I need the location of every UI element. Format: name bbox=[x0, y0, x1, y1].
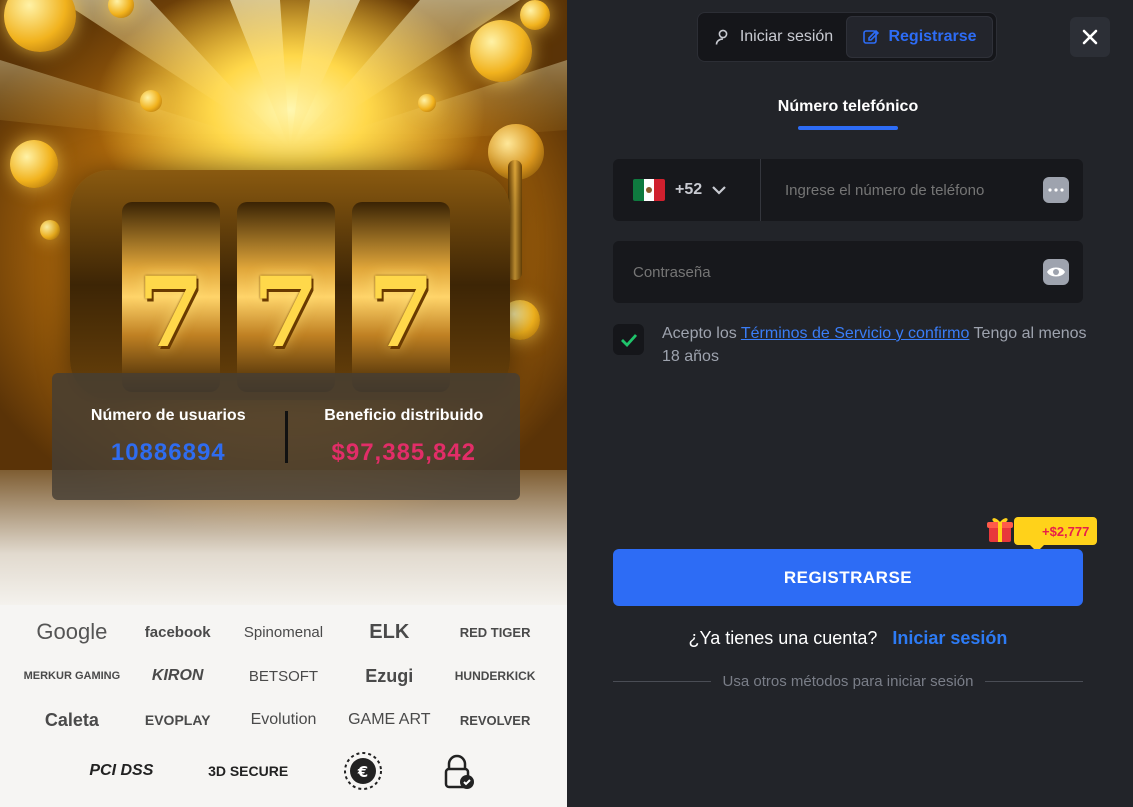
terms-checkbox[interactable] bbox=[613, 324, 644, 355]
close-button[interactable] bbox=[1070, 17, 1110, 57]
close-icon bbox=[1082, 29, 1098, 45]
coin-decoration bbox=[40, 220, 60, 240]
slot-reel: 7 bbox=[352, 202, 450, 392]
partner-logo: RED TIGER bbox=[459, 624, 531, 640]
tab-login[interactable]: Iniciar sesión bbox=[701, 16, 846, 58]
users-label: Número de usuarios bbox=[90, 406, 246, 424]
tab-register-label: Registrarse bbox=[888, 28, 977, 45]
3d-secure-badge: 3D SECURE bbox=[208, 763, 289, 779]
slot-body: 7 7 7 bbox=[70, 170, 510, 400]
tab-active-indicator bbox=[798, 126, 898, 130]
terms-row: Acepto los Términos de Servicio y confir… bbox=[613, 322, 1093, 368]
reel-symbol: 7 bbox=[137, 256, 205, 369]
promo-panel: 7 7 7 Número de usuarios 10886894 Benefi… bbox=[0, 0, 567, 807]
register-modal: 7 7 7 Número de usuarios 10886894 Benefi… bbox=[0, 0, 1133, 807]
eye-icon[interactable] bbox=[1043, 259, 1069, 285]
partner-logo: Google bbox=[36, 619, 108, 644]
lever-stick bbox=[508, 160, 522, 280]
country-code: +52 bbox=[675, 181, 703, 198]
coin-decoration bbox=[10, 140, 58, 188]
phone-field: +52 bbox=[613, 159, 1083, 221]
login-link[interactable]: Iniciar sesión bbox=[892, 628, 1007, 648]
bonus-badge: +$2,777 bbox=[1014, 517, 1098, 552]
svg-text:€: € bbox=[357, 763, 368, 781]
euro-icon: € bbox=[343, 749, 383, 793]
partner-logo: KIRON bbox=[151, 667, 204, 684]
other-methods-divider: Usa otros métodos para iniciar sesión bbox=[613, 673, 1084, 690]
coin-decoration bbox=[140, 90, 162, 112]
partner-logo: Ezugi bbox=[365, 665, 414, 686]
terms-link[interactable]: Términos de Servicio y confirmo bbox=[741, 325, 970, 342]
password-dots-icon[interactable] bbox=[1043, 177, 1069, 203]
divider-line bbox=[613, 681, 711, 682]
partner-logo: HUNDERKICK bbox=[454, 669, 536, 683]
register-button[interactable]: REGISTRARSE bbox=[613, 549, 1083, 606]
mexico-flag-icon bbox=[633, 179, 665, 201]
partner-logo: ELK bbox=[369, 620, 410, 643]
partner-logo: EVOPLAY bbox=[144, 712, 211, 728]
login-prompt-text: ¿Ya tienes una cuenta? bbox=[688, 628, 878, 648]
login-prompt: ¿Ya tienes una cuenta? Iniciar sesión bbox=[613, 628, 1083, 649]
auth-tabs: Iniciar sesión Registrarse bbox=[697, 12, 997, 62]
terms-text: Acepto los Términos de Servicio y confir… bbox=[662, 322, 1093, 368]
pci-dss-badge: PCI DSS bbox=[89, 762, 154, 779]
country-code-select[interactable]: +52 bbox=[613, 159, 761, 221]
partner-logo: Evolution bbox=[250, 711, 317, 728]
slot-reel: 7 bbox=[122, 202, 220, 392]
gift-icon bbox=[987, 518, 1013, 542]
phone-input[interactable] bbox=[761, 159, 1021, 221]
coin-decoration bbox=[418, 94, 436, 112]
tab-phone-number[interactable]: Número telefónico bbox=[760, 98, 936, 116]
partner-logo: GAME ART bbox=[348, 711, 431, 728]
user-icon bbox=[715, 29, 728, 45]
check-icon bbox=[620, 333, 637, 347]
benefit-label: Beneficio distribuido bbox=[324, 406, 484, 424]
lock-check-icon bbox=[438, 749, 478, 793]
partner-logo: facebook bbox=[144, 623, 211, 641]
partner-logo: BETSOFT bbox=[248, 667, 319, 685]
slot-machine-illustration: 7 7 7 bbox=[60, 124, 544, 410]
partner-logo: Caleta bbox=[44, 709, 99, 730]
partner-logos: Google facebook Spinomenal ELK RED TIGER… bbox=[0, 605, 567, 807]
password-field bbox=[613, 241, 1083, 303]
partner-logo: Spinomenal bbox=[243, 623, 324, 641]
tab-login-label: Iniciar sesión bbox=[739, 28, 834, 45]
reel-symbol: 7 bbox=[252, 256, 320, 369]
edit-icon bbox=[863, 29, 880, 44]
benefit-stat: Beneficio distribuido $97,385,842 bbox=[288, 407, 521, 467]
terms-prefix: Acepto los bbox=[662, 325, 737, 342]
users-stat: Número de usuarios 10886894 bbox=[52, 407, 285, 467]
reel-symbol: 7 bbox=[367, 256, 435, 369]
other-methods-text: Usa otros métodos para iniciar sesión bbox=[722, 673, 974, 690]
users-value: 10886894 bbox=[110, 438, 226, 466]
partner-logo: REVOLVER bbox=[459, 712, 531, 728]
tab-register[interactable]: Registrarse bbox=[846, 16, 993, 58]
coin-decoration bbox=[520, 0, 550, 30]
password-input[interactable] bbox=[613, 241, 1013, 303]
slot-reel: 7 bbox=[237, 202, 335, 392]
chevron-down-icon bbox=[712, 186, 726, 195]
partner-logo: MERKUR GAMING bbox=[23, 670, 121, 682]
stats-card: Número de usuarios 10886894 Beneficio di… bbox=[52, 373, 520, 500]
divider-line bbox=[985, 681, 1084, 682]
coin-decoration bbox=[470, 20, 532, 82]
benefit-value: $97,385,842 bbox=[331, 438, 476, 466]
